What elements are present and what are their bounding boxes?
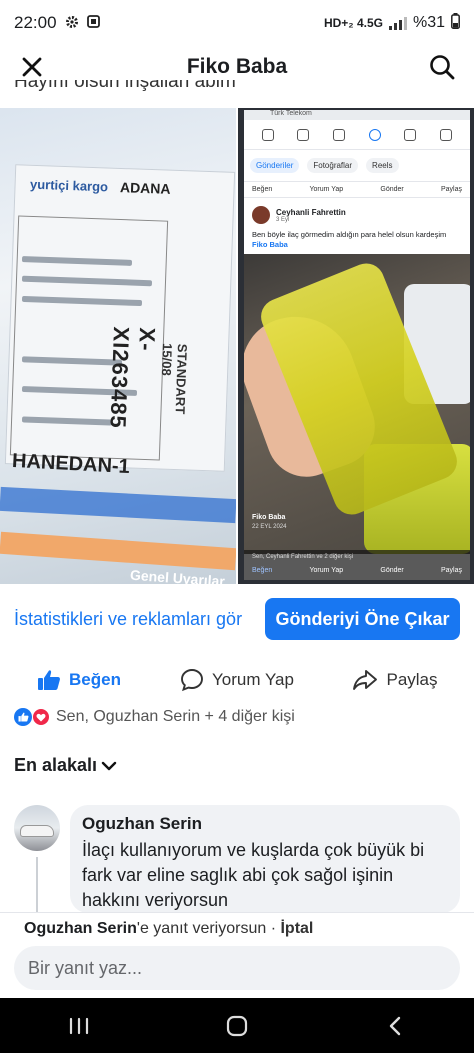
like-button[interactable]: Beğen — [0, 669, 158, 691]
back-chevron-icon — [389, 1016, 401, 1035]
thumbs-up-icon — [38, 670, 60, 690]
share-label: Paylaş — [386, 670, 438, 689]
back-button[interactable] — [365, 1006, 425, 1046]
recent-apps-icon — [69, 1017, 89, 1034]
comment-sort-dropdown[interactable]: En alakalı — [14, 755, 117, 776]
embedded-tab-reels: Reels — [366, 158, 399, 173]
embedded-tab-photos: Fotoğraflar — [307, 158, 359, 173]
status-bar: 22:00 HD+₂ 4.5G %31 — [0, 0, 474, 46]
embedded-post-text: Ben böyle ilaç görmedim aldığın para hel… — [252, 230, 447, 249]
profile-icon — [368, 128, 381, 141]
marketplace-icon — [333, 128, 346, 141]
notifications-icon — [404, 128, 417, 141]
friends-icon — [297, 128, 310, 141]
embedded-overlay-date: 22 EYL 2024 — [252, 524, 287, 530]
embedded-avatar — [252, 206, 270, 224]
insights-link[interactable]: İstatistikleri ve reklamları gör — [14, 607, 244, 631]
love-reaction-icon — [32, 708, 50, 726]
sort-label: En alakalı — [14, 755, 98, 775]
replying-to-name: Oguzhan Serin — [24, 920, 137, 937]
label-standard: STANDART 15/08 — [158, 342, 190, 415]
search-icon — [430, 55, 455, 80]
home-circle-icon — [226, 1015, 248, 1036]
embedded-nav — [244, 120, 470, 150]
comment-label: Yorum Yap — [212, 670, 294, 689]
battery-icon — [451, 13, 460, 33]
chevron-down-icon — [101, 761, 117, 770]
battery-level: %31 — [412, 14, 445, 31]
menu-icon — [440, 128, 453, 141]
status-time: 22:00 — [14, 13, 57, 32]
settings-gear-icon — [65, 15, 79, 32]
comment-button[interactable]: Yorum Yap — [158, 668, 316, 692]
embedded-actions: Beğen Yorum Yap Gönder Paylaş — [244, 181, 470, 198]
avatar[interactable] — [14, 805, 60, 851]
embedded-likes: Sen, Ceyhanli Fahrettin ve 2 diğer kişi — [252, 554, 354, 560]
reply-input[interactable] — [14, 946, 460, 990]
page-title: Fiko Baba — [186, 55, 288, 78]
system-nav-bar — [0, 998, 474, 1053]
search-button[interactable] — [426, 51, 458, 83]
embedded-post-image — [244, 254, 470, 554]
embedded-tab-posts: Gönderiler — [250, 158, 300, 173]
home-button[interactable] — [207, 1006, 267, 1046]
cancel-reply-button[interactable]: İptal — [280, 920, 313, 937]
promo-row: İstatistikleri ve reklamları gör Gönderi… — [14, 598, 460, 640]
boost-post-button[interactable]: Gönderiyi Öne Çıkar — [265, 598, 460, 640]
network-indicator: HD+₂ 4.5G — [323, 16, 383, 30]
embedded-post-date: 3 Eyl — [276, 216, 290, 223]
embedded-tabs: Gönderiler Fotoğraflar Reels — [244, 150, 470, 181]
comment-author[interactable]: Oguzhan Serin — [82, 814, 448, 834]
signal-icon — [388, 16, 407, 30]
thread-line — [36, 857, 38, 917]
embedded-overlay-name: Fiko Baba — [252, 514, 286, 521]
tracking-code: X-XI263485 — [105, 326, 160, 430]
post-photos: yurtiçi kargo ADANA X-XI263485 STANDART … — [0, 108, 474, 584]
comment-text: İlaçı kullanıyorum ve kuşlarda çok büyük… — [82, 840, 425, 910]
comment-icon — [181, 669, 203, 692]
reactions-summary[interactable]: Sen, Oguzhan Serin + 4 diğer kişi — [14, 708, 295, 726]
comment-bubble[interactable]: Oguzhan Serin İlaçı kullanıyorum ve kuşl… — [70, 805, 460, 913]
embedded-screenshot: Türk Telekom Gönderiler Fotoğraflar Reel… — [244, 110, 470, 580]
photo-shipping-label[interactable]: yurtiçi kargo ADANA X-XI263485 STANDART … — [0, 108, 236, 584]
share-button[interactable]: Paylaş — [316, 669, 474, 691]
share-icon — [353, 670, 378, 690]
home-icon — [261, 128, 274, 141]
like-label: Beğen — [69, 670, 121, 689]
close-button[interactable] — [16, 51, 48, 83]
close-icon — [22, 57, 42, 77]
like-reaction-icon — [14, 708, 32, 726]
screenshot-icon — [86, 15, 100, 31]
recent-apps-button[interactable] — [49, 1006, 109, 1046]
embedded-carrier: Türk Telekom — [244, 110, 470, 120]
photo-screenshot[interactable]: Türk Telekom Gönderiler Fotoğraflar Reel… — [238, 108, 474, 584]
post-actions: Beğen Yorum Yap Paylaş — [0, 660, 474, 700]
replying-to-suffix: 'e yanıt veriyorsun · — [136, 920, 281, 937]
destination-city: ADANA — [119, 179, 171, 197]
courier-brand: yurtiçi kargo — [29, 176, 109, 195]
reactions-text: Sen, Oguzhan Serin + 4 diğer kişi — [56, 708, 295, 725]
replying-to-banner: Oguzhan Serin'e yanıt veriyorsun · İptal — [24, 920, 313, 938]
reply-composer: Oguzhan Serin'e yanıt veriyorsun · İptal — [0, 912, 474, 998]
embedded-post-author: Ceyhanli Fahrettin — [276, 207, 346, 217]
